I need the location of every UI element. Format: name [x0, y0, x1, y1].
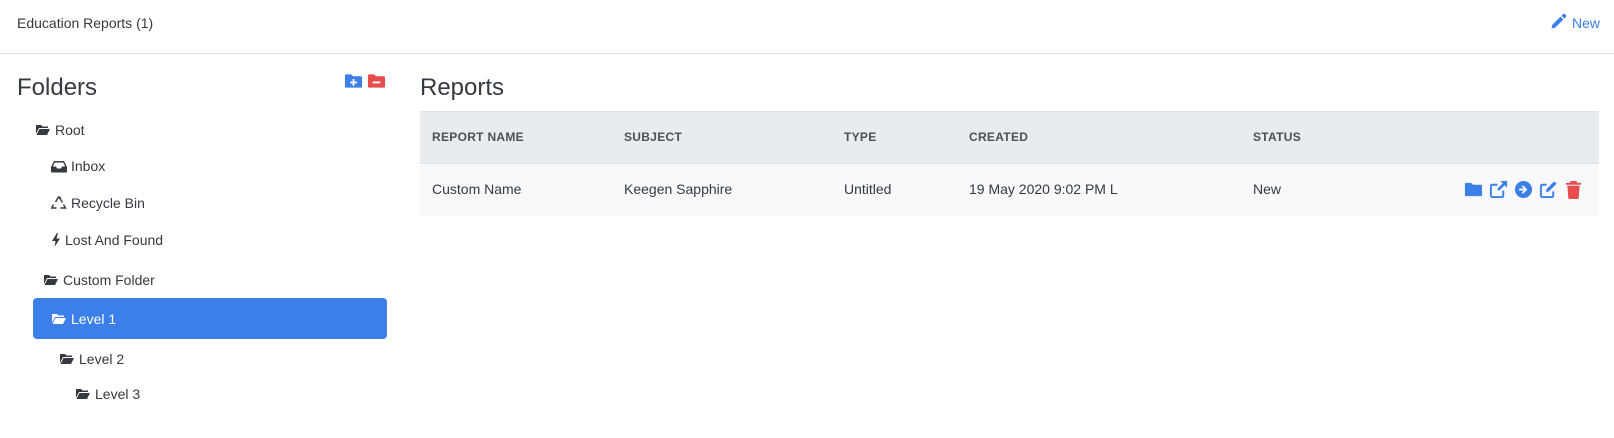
folders-heading: Folders — [17, 74, 98, 101]
cell-type: Untitled — [844, 181, 892, 197]
folder-icon[interactable] — [1464, 180, 1483, 199]
trash-icon[interactable] — [1564, 180, 1583, 199]
tree-item-label: Inbox — [71, 158, 106, 174]
row-actions — [1464, 180, 1583, 199]
tree-item-lost-and-found[interactable]: Lost And Found — [51, 232, 163, 248]
reports-heading: Reports — [420, 74, 505, 101]
page-title: Education Reports (1) — [17, 15, 154, 31]
folder-open-icon — [59, 352, 75, 366]
external-link-icon[interactable] — [1489, 180, 1508, 199]
tree-item-label: Root — [55, 122, 85, 138]
folders-sidebar: Folders Root Inbox Recycle Bin Lost And … — [0, 54, 395, 438]
folder-open-icon — [75, 387, 91, 401]
table-row[interactable]: Custom Name Keegen Sapphire Untitled 19 … — [420, 164, 1599, 216]
folder-open-icon — [43, 273, 59, 287]
pencil-icon — [1550, 13, 1567, 33]
folder-minus-icon[interactable] — [367, 73, 386, 89]
tree-item-label: Custom Folder — [63, 272, 155, 288]
new-button[interactable]: New — [1550, 13, 1600, 33]
tree-item-level-3[interactable]: Level 3 — [75, 386, 140, 402]
tree-item-label: Level 3 — [95, 386, 141, 402]
tree-item-root[interactable]: Root — [35, 122, 85, 138]
column-header-subject[interactable]: SUBJECT — [624, 130, 682, 144]
column-header-status[interactable]: STATUS — [1253, 130, 1301, 144]
tree-item-level-2[interactable]: Level 2 — [59, 351, 124, 367]
reports-panel: Reports REPORT NAME SUBJECT TYPE CREATED… — [420, 54, 1600, 438]
tree-item-recycle-bin[interactable]: Recycle Bin — [51, 195, 145, 211]
column-header-report-name[interactable]: REPORT NAME — [432, 130, 524, 144]
tree-item-level-1[interactable]: Level 1 — [33, 298, 387, 339]
recycle-icon — [51, 196, 67, 210]
arrow-circle-right-icon[interactable] — [1514, 180, 1533, 199]
cell-status: New — [1253, 181, 1282, 197]
inbox-icon — [51, 159, 67, 173]
folder-plus-icon[interactable] — [344, 73, 363, 89]
folder-open-icon — [51, 312, 67, 326]
column-header-created[interactable]: CREATED — [969, 130, 1028, 144]
folder-actions — [344, 73, 386, 89]
top-bar: Education Reports (1) New — [0, 0, 1614, 54]
reports-table: REPORT NAME SUBJECT TYPE CREATED STATUS … — [420, 111, 1599, 216]
new-button-label: New — [1571, 15, 1600, 31]
tree-item-custom-folder[interactable]: Custom Folder — [43, 272, 155, 288]
tree-item-inbox[interactable]: Inbox — [51, 158, 105, 174]
table-header: REPORT NAME SUBJECT TYPE CREATED STATUS — [420, 111, 1599, 164]
cell-created: 19 May 2020 9:02 PM L — [969, 181, 1118, 197]
tree-item-label: Level 1 — [71, 310, 117, 327]
folder-open-icon — [35, 123, 51, 137]
column-header-type[interactable]: TYPE — [844, 130, 877, 144]
tree-item-label: Lost And Found — [65, 232, 164, 248]
cell-subject: Keegen Sapphire — [624, 181, 733, 197]
cell-report-name: Custom Name — [432, 181, 522, 197]
tree-item-label: Level 2 — [79, 351, 125, 367]
tree-item-label: Recycle Bin — [71, 195, 145, 211]
edit-icon[interactable] — [1539, 180, 1558, 199]
bolt-icon — [51, 233, 61, 247]
